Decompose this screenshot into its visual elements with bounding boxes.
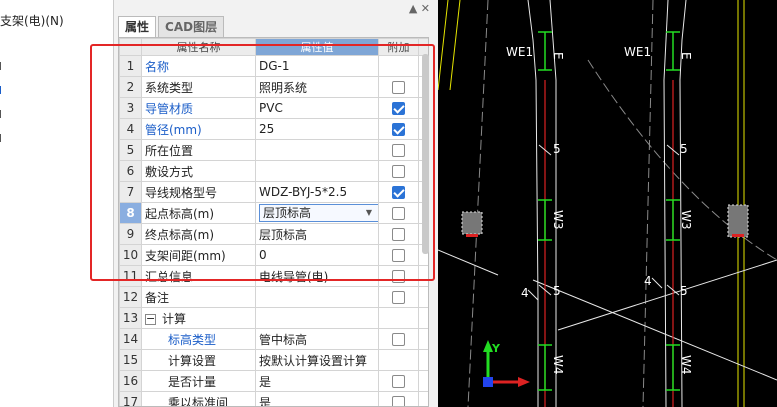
tree-line — [0, 62, 4, 70]
cad-drawing[interactable]: WE1 WE1 E E W3 W3 W4 W4 5 5 5 5 4 4 Y — [438, 0, 777, 407]
cad-diagonal-line — [532, 279, 777, 381]
cad-grid-line — [642, 0, 654, 407]
row-number: 17 — [119, 391, 142, 406]
row-number: 16 — [119, 370, 142, 392]
property-name: 计算设置 — [141, 349, 256, 371]
cad-label-5: 5 — [680, 142, 688, 156]
cad-diagonal-line — [438, 249, 499, 276]
cad-label-e: E — [551, 52, 565, 60]
panel-tabs: 属性 CAD图层 — [118, 16, 226, 37]
cad-label-we1: WE1 — [506, 45, 533, 59]
property-name: 标高类型 — [141, 328, 256, 350]
property-name: 是否计量 — [141, 370, 256, 392]
cad-pipe-outline — [663, 0, 669, 407]
cad-equipment-block — [727, 204, 749, 238]
cad-label-4: 4 — [644, 274, 652, 288]
cad-label-we1: WE1 — [624, 45, 651, 59]
row-number: 14 — [119, 328, 142, 350]
cad-dimension-marker — [538, 344, 552, 391]
tab-properties[interactable]: 属性 — [118, 16, 157, 37]
cad-wall-line — [438, 0, 449, 91]
property-name: 备注 — [141, 286, 256, 308]
extra-checkbox[interactable] — [392, 333, 405, 346]
cad-equipment-block — [461, 211, 483, 237]
property-value[interactable]: 按默认计算设置计算 — [255, 349, 379, 371]
cad-label-w3: W3 — [551, 210, 565, 230]
cad-pipe-outline — [679, 0, 687, 407]
cad-dimension-marker — [538, 199, 552, 241]
cad-dimension-marker — [538, 31, 552, 71]
property-value — [255, 307, 379, 329]
row-number: 15 — [119, 349, 142, 371]
highlight-box — [90, 44, 435, 281]
table-row[interactable]: 14 标高类型 管中标高 — [119, 328, 428, 350]
cad-label-w3: W3 — [679, 210, 693, 230]
row-number: 13 — [119, 307, 142, 329]
cad-grid-line — [587, 59, 777, 261]
extra-checkbox[interactable] — [392, 291, 405, 304]
table-row-group[interactable]: 13 − 计算 — [119, 307, 428, 329]
panel-menu-icon[interactable]: ▲ ✕ — [409, 2, 430, 15]
table-row[interactable]: 15 计算设置 按默认计算设置计算 — [119, 349, 428, 371]
row-number: 12 — [119, 286, 142, 308]
tree-line — [0, 134, 4, 142]
property-value[interactable]: 是 — [255, 391, 379, 406]
tree-line — [0, 110, 4, 118]
ucs-axis-icon: Y — [483, 340, 530, 387]
cad-label-5: 5 — [553, 284, 561, 298]
extra-checkbox[interactable] — [392, 396, 405, 406]
cad-canvas[interactable]: WE1 WE1 E E W3 W3 W4 W4 5 5 5 5 4 4 Y — [438, 0, 777, 407]
group-name: 计算 — [162, 311, 187, 326]
cad-pipe-outline — [527, 0, 539, 407]
table-row[interactable]: 12 备注 — [119, 286, 428, 308]
property-name: 乘以标准间 — [141, 391, 256, 406]
cad-tick — [651, 277, 663, 289]
cad-label-5: 5 — [553, 142, 561, 156]
cad-label-w4: W4 — [551, 355, 565, 375]
property-value[interactable]: 是 — [255, 370, 379, 392]
cad-label-e: E — [679, 52, 693, 60]
table-row[interactable]: 16 是否计量 是 — [119, 370, 428, 392]
cad-pipe-outline — [549, 0, 557, 407]
cad-label-5: 5 — [680, 284, 688, 298]
cad-grid-line — [467, 0, 489, 407]
cad-dimension-marker — [666, 199, 680, 241]
property-value[interactable] — [255, 286, 379, 308]
cad-tick — [527, 289, 539, 301]
tree-line — [0, 86, 4, 94]
collapse-icon[interactable]: − — [145, 313, 156, 325]
tab-cad-layers[interactable]: CAD图层 — [158, 16, 225, 37]
extra-checkbox[interactable] — [392, 375, 405, 388]
property-value[interactable]: 管中标高 — [255, 328, 379, 350]
axis-label-y: Y — [491, 342, 501, 355]
cad-wall-line — [449, 0, 461, 91]
cad-dimension-marker — [666, 344, 680, 391]
cad-dimension-marker — [666, 31, 680, 71]
cad-label-4: 4 — [521, 286, 529, 300]
tree-item-support[interactable]: 支架(电)(N) — [0, 12, 64, 29]
table-row[interactable]: 17 乘以标准间 是 — [119, 391, 428, 406]
cad-label-w4: W4 — [679, 355, 693, 375]
